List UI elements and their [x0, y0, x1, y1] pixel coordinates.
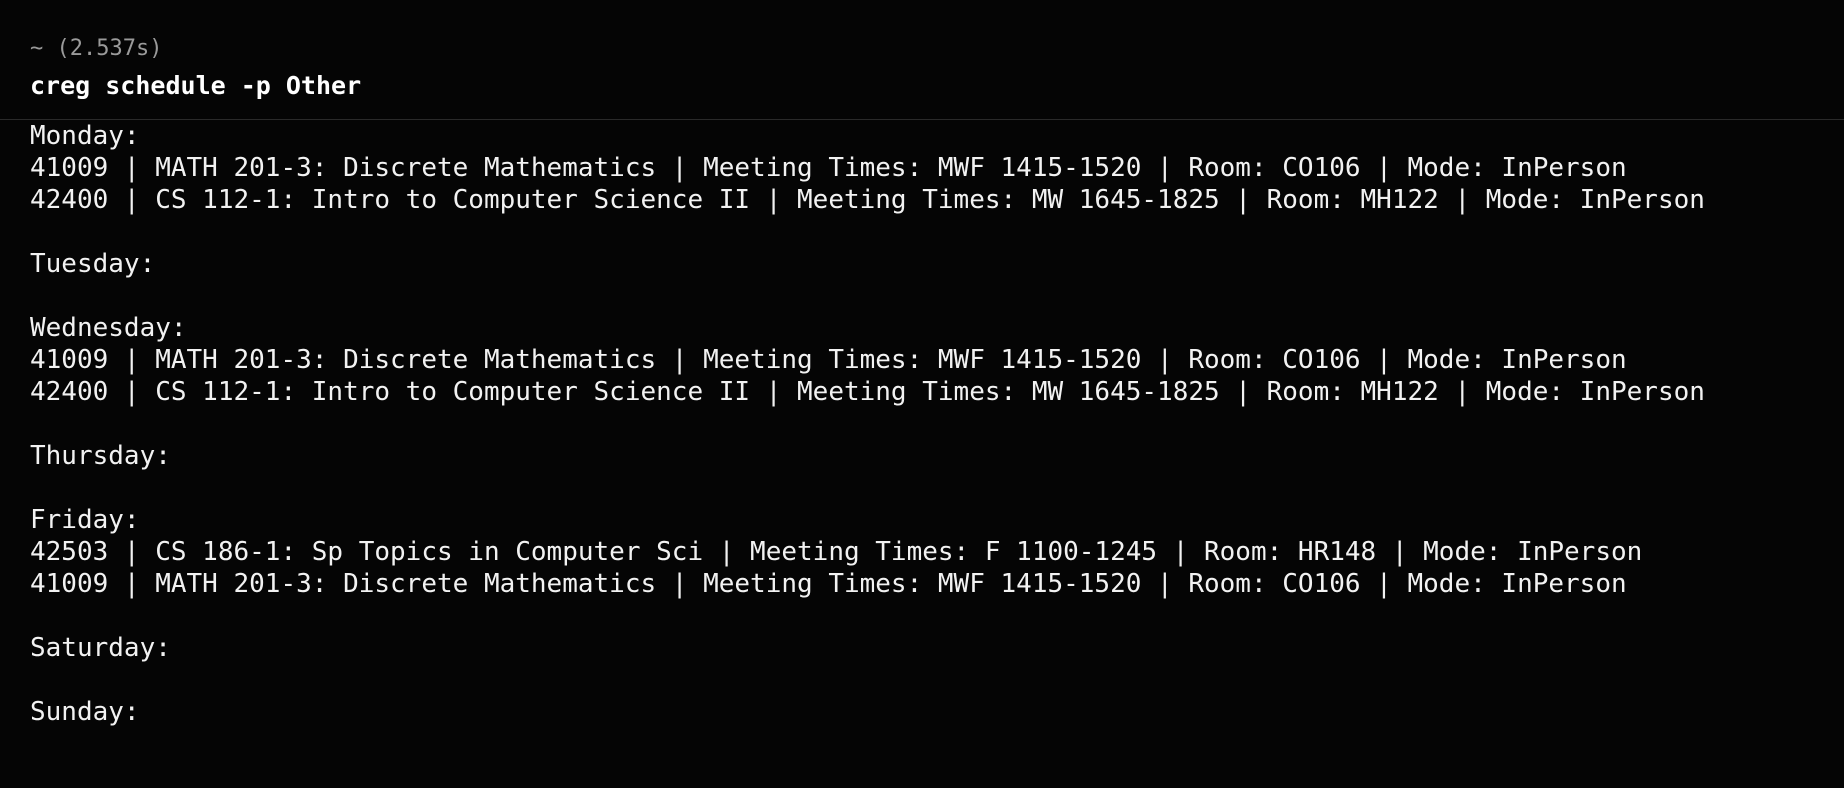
schedule-entry: 41009 | MATH 201-3: Discrete Mathematics…	[30, 153, 1627, 183]
day-heading: Sunday:	[30, 697, 140, 727]
day-heading: Friday:	[30, 505, 140, 535]
day-block: Sunday:	[30, 696, 1844, 728]
day-block: Wednesday: 41009 | MATH 201-3: Discrete M…	[30, 312, 1844, 440]
day-heading: Saturday:	[30, 633, 171, 663]
day-heading: Monday:	[30, 121, 140, 151]
day-heading: Thursday:	[30, 441, 171, 471]
command-meta: ~ (2.537s)	[30, 36, 163, 61]
day-block: Friday: 42503 | CS 186-1: Sp Topics in Co…	[30, 504, 1844, 632]
schedule-entry: 42503 | CS 186-1: Sp Topics in Computer …	[30, 537, 1643, 567]
day-block: Monday: 41009 | MATH 201-3: Discrete Math…	[30, 120, 1844, 248]
terminal-window[interactable]: ~ (2.537s) creg schedule -p Other Monday…	[0, 0, 1844, 788]
command-block: ~ (2.537s) creg schedule -p Other	[0, 0, 1844, 119]
command-text: creg schedule -p Other	[30, 71, 362, 100]
day-block: Saturday:	[30, 632, 1844, 696]
day-heading: Tuesday:	[30, 249, 156, 279]
command-output: Monday: 41009 | MATH 201-3: Discrete Math…	[0, 120, 1844, 728]
schedule-entry: 41009 | MATH 201-3: Discrete Mathematics…	[30, 345, 1627, 375]
day-heading: Wednesday:	[30, 313, 187, 343]
day-block: Tuesday:	[30, 248, 1844, 312]
schedule-entry: 42400 | CS 112-1: Intro to Computer Scie…	[30, 185, 1705, 215]
schedule-entry: 42400 | CS 112-1: Intro to Computer Scie…	[30, 377, 1705, 407]
schedule-entry: 41009 | MATH 201-3: Discrete Mathematics…	[30, 569, 1627, 599]
day-block: Thursday:	[30, 440, 1844, 504]
